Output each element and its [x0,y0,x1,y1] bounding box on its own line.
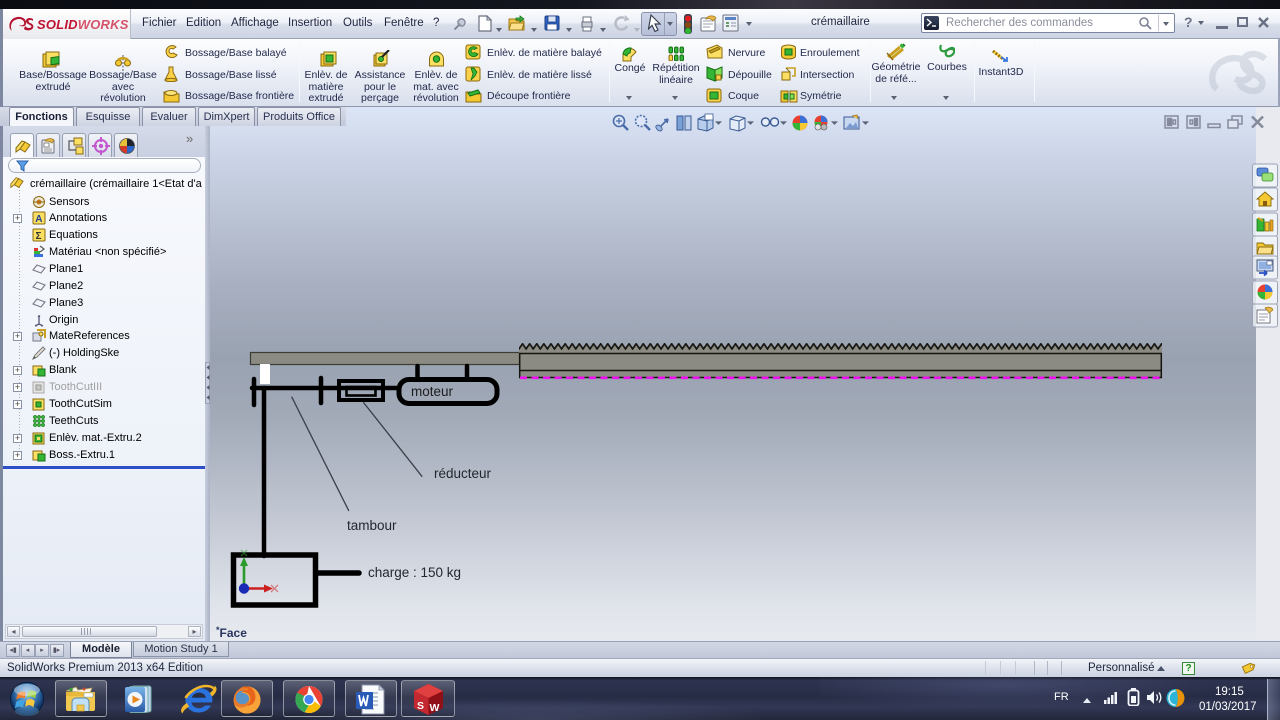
svg-text:S: S [417,700,424,712]
svg-text:W: W [430,702,440,714]
svg-text:A: A [35,214,42,225]
svg-text:Σ: Σ [36,231,42,242]
